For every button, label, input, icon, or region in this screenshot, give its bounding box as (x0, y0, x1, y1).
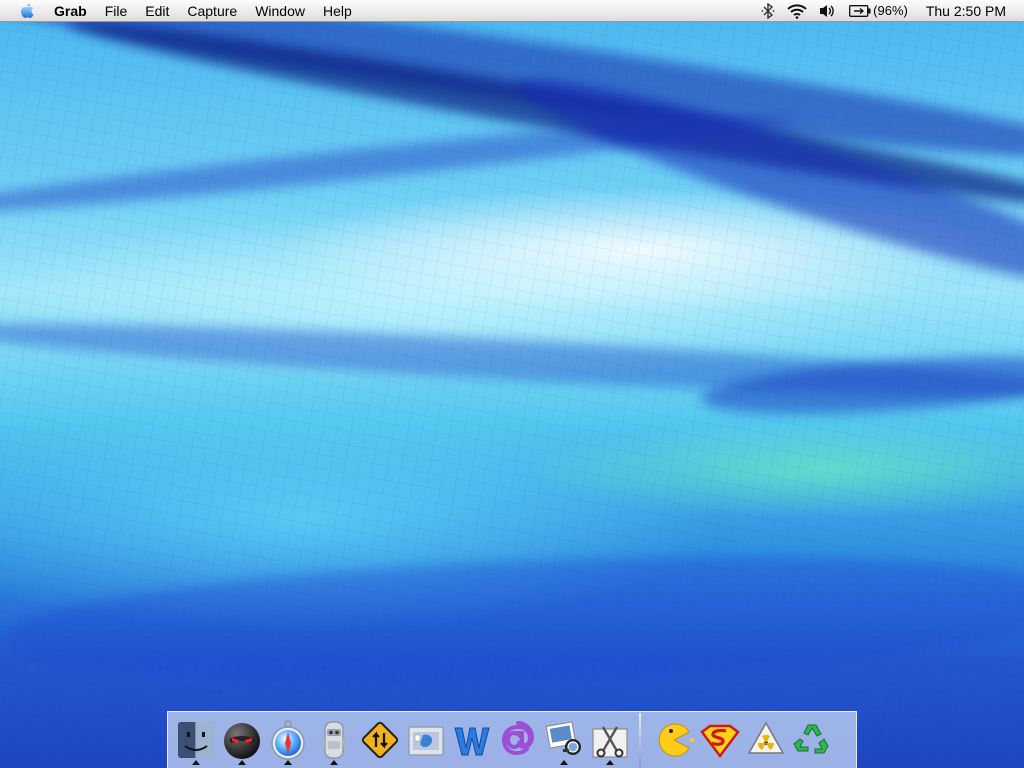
word-icon (454, 727, 490, 756)
dock-item-entourage[interactable] (496, 715, 540, 765)
dock-item-grab[interactable] (588, 715, 632, 765)
entourage-icon (501, 721, 535, 756)
radioactive-trash-icon (747, 721, 785, 754)
finder-icon (178, 722, 214, 758)
dock-item-word[interactable] (450, 715, 494, 765)
dock-item-red-eyed-orb[interactable] (220, 715, 264, 765)
running-indicator (560, 760, 568, 765)
robot-icon (322, 721, 346, 759)
menu-bar: Grab File Edit Capture Window Help (96%)… (0, 0, 1024, 22)
iphoto-icon (545, 721, 581, 755)
wifi-icon[interactable] (781, 0, 813, 22)
red-eyed-orb-icon (224, 723, 260, 759)
dock-item-trash[interactable] (790, 715, 834, 765)
battery-percent: (96%) (873, 3, 908, 18)
grab-scissors-icon (592, 726, 628, 758)
running-indicator (606, 760, 614, 765)
dock-item-iphoto[interactable] (542, 715, 586, 765)
recycle-trash-icon (793, 724, 829, 754)
menu-window[interactable]: Window (246, 0, 314, 22)
dock-item-pacman[interactable] (652, 715, 696, 765)
dock-item-radioactive-trash[interactable] (744, 715, 788, 765)
menu-clock[interactable]: Thu 2:50 PM (914, 0, 1024, 22)
pacman-icon (658, 723, 694, 757)
dock-item-robot[interactable] (312, 715, 356, 765)
dock-item-transmit[interactable] (358, 715, 402, 765)
running-indicator (284, 760, 292, 765)
running-indicator (238, 760, 246, 765)
apple-icon[interactable] (17, 1, 37, 21)
wallpaper-texture (0, 0, 1024, 768)
safari-compass-icon (271, 720, 305, 760)
menu-capture[interactable]: Capture (178, 0, 246, 22)
desktop-wallpaper (0, 0, 1024, 768)
menu-file[interactable]: File (96, 0, 137, 22)
transmit-sign-icon (361, 721, 399, 759)
dock-item-mail[interactable] (404, 715, 448, 765)
menu-edit[interactable]: Edit (136, 0, 178, 22)
volume-icon[interactable] (813, 0, 843, 22)
battery-status[interactable]: (96%) (843, 0, 914, 22)
dock-item-superman[interactable] (698, 715, 742, 765)
dock-item-finder[interactable] (174, 715, 218, 765)
mail-stamp-icon (408, 726, 444, 756)
menu-app-name[interactable]: Grab (45, 0, 96, 22)
dock-item-safari[interactable] (266, 715, 310, 765)
dock-separator (639, 712, 641, 768)
dock (167, 711, 857, 768)
running-indicator (330, 760, 338, 765)
menu-help[interactable]: Help (314, 0, 361, 22)
bluetooth-icon[interactable] (755, 0, 781, 22)
superman-shield-icon (700, 724, 740, 758)
battery-icon (849, 4, 871, 17)
running-indicator (192, 760, 200, 765)
